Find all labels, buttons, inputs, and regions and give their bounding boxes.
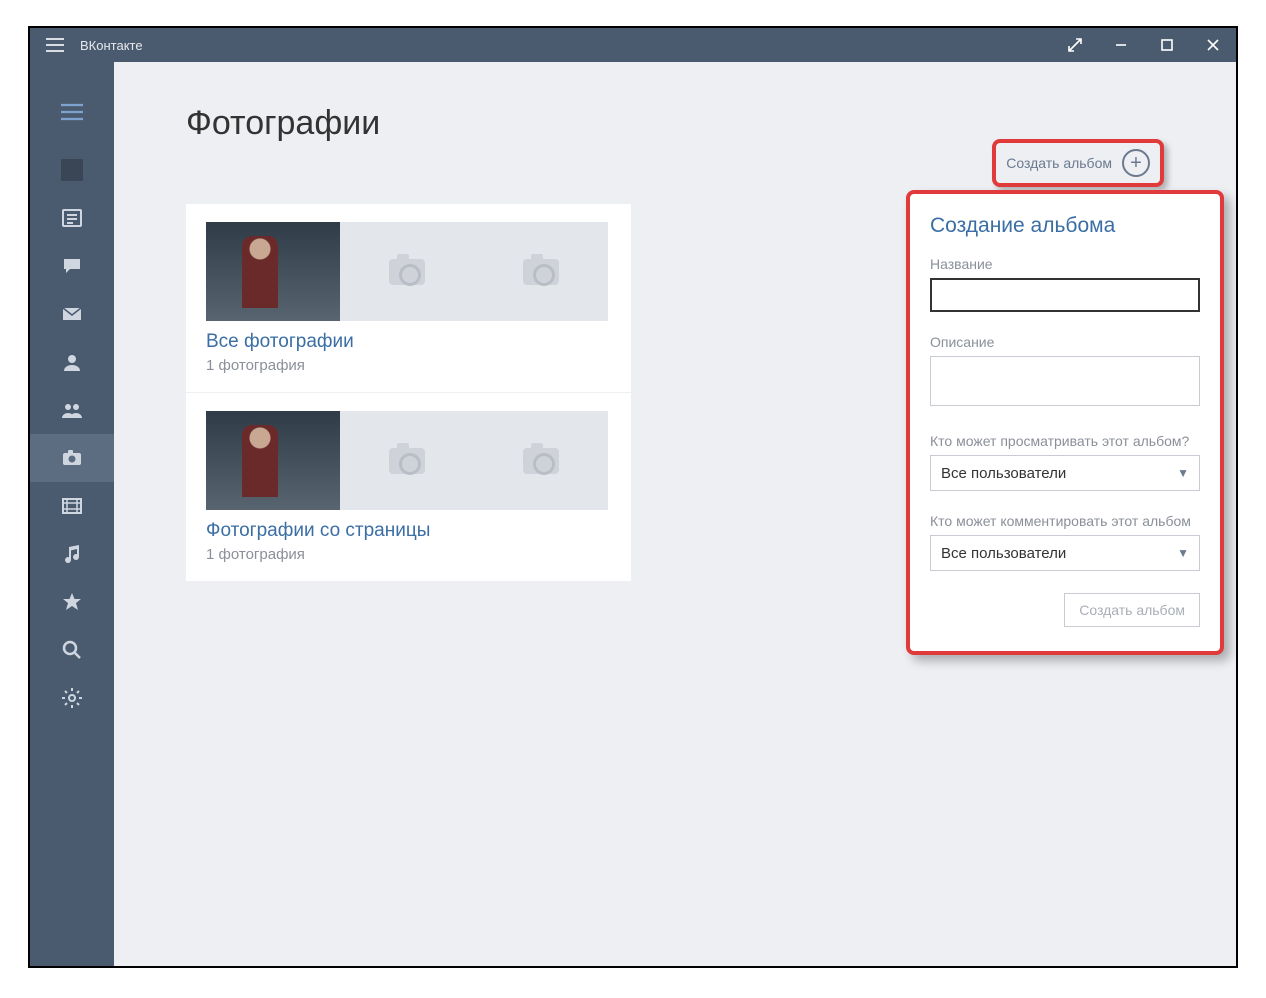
- view-permission-value: Все пользователи: [941, 465, 1066, 482]
- submit-create-album-button[interactable]: Создать альбом: [1064, 593, 1200, 627]
- sidebar: [30, 62, 114, 966]
- main-content: Фотографии Создать альбом + Все фотограф…: [114, 62, 1236, 966]
- camera-icon: [389, 259, 425, 285]
- album-title-link[interactable]: Фотографии со страницы: [206, 520, 611, 542]
- comment-permission-value: Все пользователи: [941, 545, 1066, 562]
- album-thumbnail-placeholder: [474, 411, 608, 510]
- album-thumbnail: [206, 222, 340, 321]
- sidebar-friends[interactable]: [30, 338, 114, 386]
- album-description-input[interactable]: [930, 356, 1200, 406]
- view-permission-label: Кто может просматривать этот альбом?: [930, 433, 1200, 449]
- sidebar-profile[interactable]: [30, 146, 114, 194]
- create-album-panel: Создание альбома Название Описание Кто м…: [906, 190, 1224, 655]
- sidebar-bookmarks[interactable]: [30, 578, 114, 626]
- create-album-button[interactable]: Создать альбом +: [992, 139, 1164, 187]
- sidebar-messages[interactable]: [30, 242, 114, 290]
- album-card[interactable]: Фотографии со страницы 1 фотография: [186, 393, 631, 581]
- sidebar-mail[interactable]: [30, 290, 114, 338]
- titlebar-menu-button[interactable]: [30, 28, 80, 62]
- album-count: 1 фотография: [206, 546, 611, 563]
- album-thumbnail-placeholder: [340, 222, 474, 321]
- sidebar-groups[interactable]: [30, 386, 114, 434]
- album-thumbnail-placeholder: [474, 222, 608, 321]
- camera-icon: [523, 259, 559, 285]
- album-count: 1 фотография: [206, 357, 611, 374]
- album-thumbnail: [206, 411, 340, 510]
- minimize-button[interactable]: [1098, 28, 1144, 62]
- album-name-input[interactable]: [930, 278, 1200, 312]
- close-button[interactable]: [1190, 28, 1236, 62]
- sidebar-music[interactable]: [30, 530, 114, 578]
- page-title: Фотографии: [186, 104, 380, 143]
- chevron-down-icon: ▼: [1177, 466, 1189, 480]
- create-album-label: Создать альбом: [1006, 155, 1112, 171]
- titlebar: ВКонтакте: [30, 28, 1236, 62]
- avatar-icon: [61, 159, 83, 181]
- description-label: Описание: [930, 334, 1200, 350]
- maximize-button[interactable]: [1144, 28, 1190, 62]
- album-title-link[interactable]: Все фотографии: [206, 331, 611, 353]
- comment-permission-label: Кто может комментировать этот альбом: [930, 513, 1200, 529]
- album-card[interactable]: Все фотографии 1 фотография: [186, 204, 631, 393]
- sidebar-news[interactable]: [30, 194, 114, 242]
- app-title: ВКонтакте: [80, 38, 143, 53]
- chevron-down-icon: ▼: [1177, 546, 1189, 560]
- comment-permission-select[interactable]: Все пользователи ▼: [930, 535, 1200, 571]
- plus-icon: +: [1122, 149, 1150, 177]
- album-thumbnail-placeholder: [340, 411, 474, 510]
- sidebar-videos[interactable]: [30, 482, 114, 530]
- albums-list: Все фотографии 1 фотография Фотографии с…: [186, 204, 631, 581]
- expand-button[interactable]: [1052, 28, 1098, 62]
- view-permission-select[interactable]: Все пользователи ▼: [930, 455, 1200, 491]
- name-label: Название: [930, 256, 1200, 272]
- sidebar-photos[interactable]: [30, 434, 114, 482]
- sidebar-menu-button[interactable]: [30, 88, 114, 136]
- sidebar-settings[interactable]: [30, 674, 114, 722]
- camera-icon: [523, 448, 559, 474]
- sidebar-search[interactable]: [30, 626, 114, 674]
- panel-heading: Создание альбома: [930, 214, 1200, 238]
- camera-icon: [389, 448, 425, 474]
